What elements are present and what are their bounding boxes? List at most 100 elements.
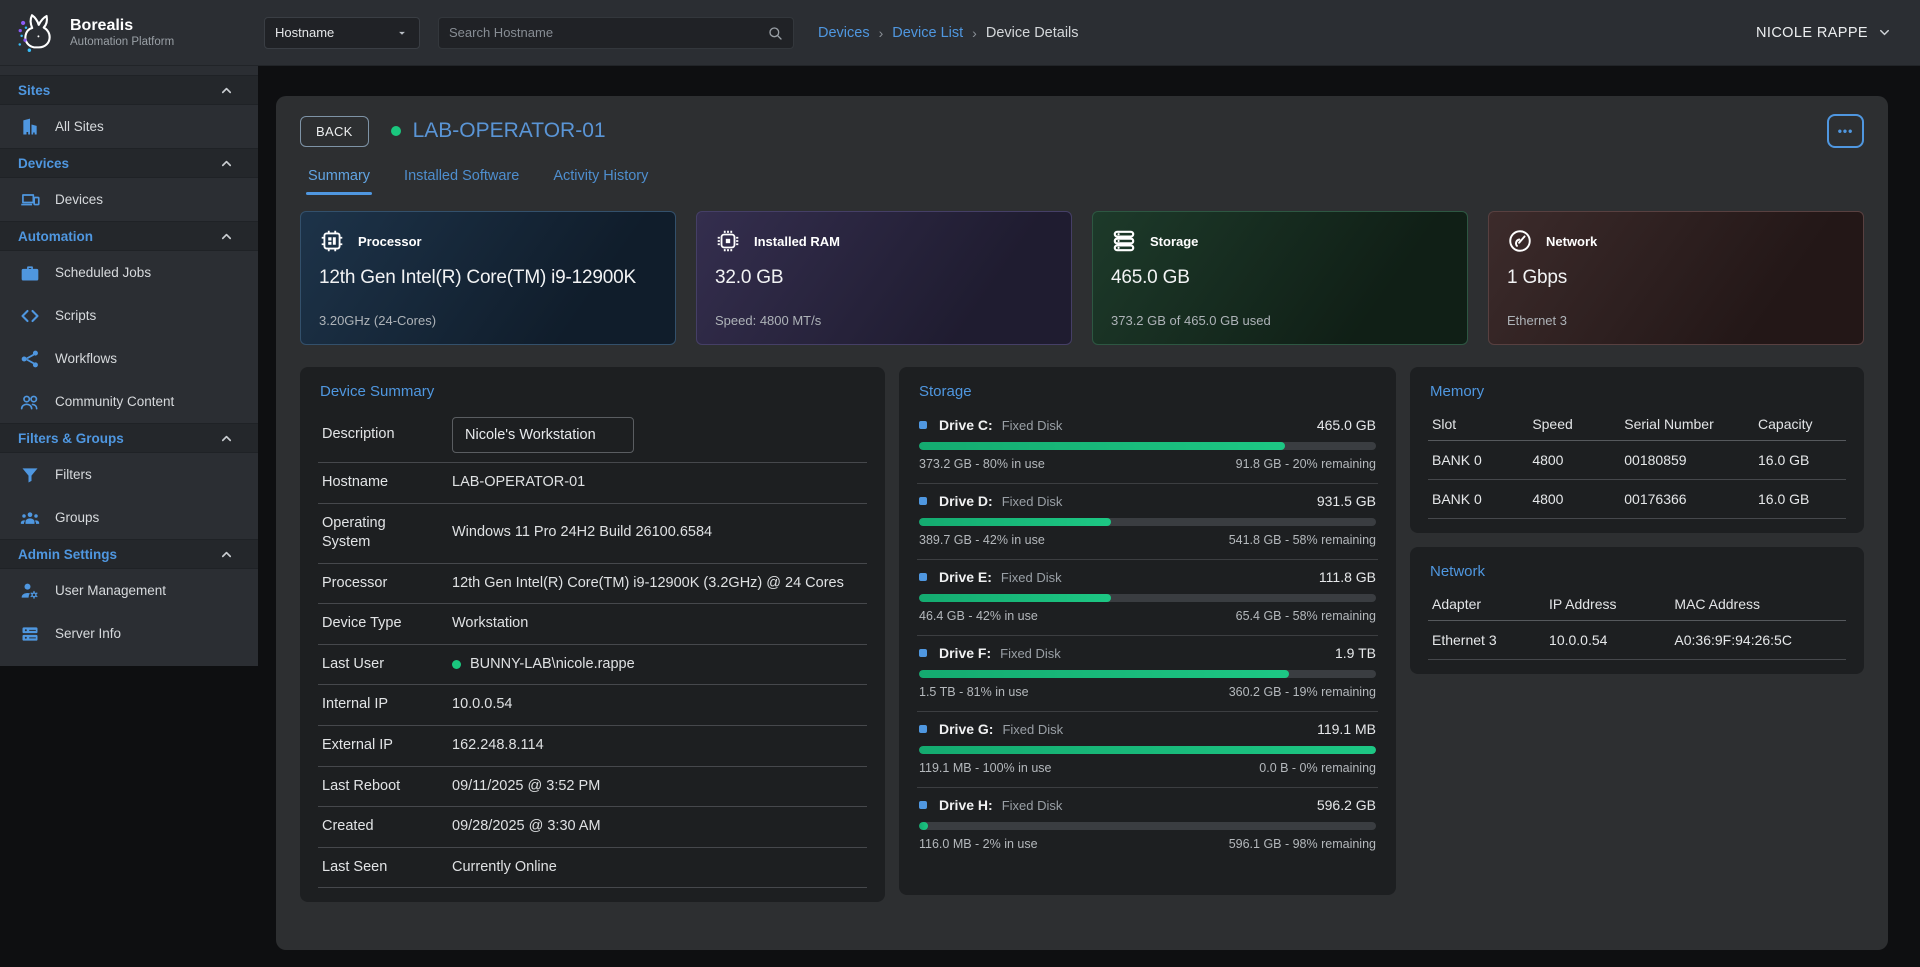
memory-header-speed: Speed <box>1528 408 1620 441</box>
sidebar-item-all-sites[interactable]: All Sites <box>0 105 258 148</box>
drive-usage-fill <box>919 442 1285 450</box>
tabs: Summary Installed Software Activity Histor… <box>300 164 1864 195</box>
drive-list: Drive C:Fixed Disk465.0 GB373.2 GB - 80%… <box>917 408 1378 863</box>
sidebar-item-community-content[interactable]: Community Content <box>0 380 258 423</box>
sidebar-item-filters[interactable]: Filters <box>0 453 258 496</box>
device-details-card: BACK LAB-OPERATOR-01 ••• Summary Installe… <box>276 96 1888 950</box>
drive-row-drive-h: Drive H:Fixed Disk596.2 GB116.0 MB - 2% … <box>917 788 1378 863</box>
summary-row-created: Created09/28/2025 @ 3:30 AM <box>318 807 867 848</box>
sidebar-item-scripts[interactable]: Scripts <box>0 294 258 337</box>
drive-size: 119.1 MB <box>1317 721 1376 737</box>
breadcrumb-separator: › <box>972 25 977 41</box>
tab-activity-history[interactable]: Activity History <box>551 164 650 195</box>
sidebar-item-label: Devices <box>55 192 103 207</box>
drive-usage-fill <box>919 746 1376 754</box>
gauge-icon <box>1507 228 1533 254</box>
brand[interactable]: Borealis Automation Platform <box>0 10 258 56</box>
summary-row-hostname: HostnameLAB-OPERATOR-01 <box>318 463 867 504</box>
drive-used-text: 46.4 GB - 42% in use <box>919 609 1038 623</box>
drive-remaining-text: 65.4 GB - 58% remaining <box>1236 609 1376 623</box>
sidebar-item-label: Groups <box>55 510 99 525</box>
ram-icon <box>715 228 741 254</box>
network-panel: Network AdapterIP AddressMAC AddressEthe… <box>1410 547 1864 674</box>
sidebar-section-sites[interactable]: Sites <box>0 75 258 105</box>
sidebar-nav: SitesAll SitesDevicesDevicesAutomationSc… <box>0 66 258 666</box>
drive-remaining-text: 91.8 GB - 20% remaining <box>1236 457 1376 471</box>
summary-table: Description HostnameLAB-OPERATOR-01Opera… <box>318 408 867 888</box>
more-actions-button[interactable]: ••• <box>1827 114 1864 148</box>
user-menu[interactable]: NICOLE RAPPE <box>1756 25 1892 41</box>
drive-usage-bar <box>919 594 1376 602</box>
memory-header-serial-number: Serial Number <box>1620 408 1754 441</box>
drive-type: Fixed Disk <box>1002 722 1063 737</box>
description-input[interactable] <box>452 417 634 453</box>
people-icon <box>20 392 40 412</box>
drive-used-text: 119.1 MB - 100% in use <box>919 761 1051 775</box>
drive-remaining-text: 541.8 GB - 58% remaining <box>1229 533 1376 547</box>
chevron-up-icon <box>219 156 234 171</box>
drive-remaining-text: 360.2 GB - 19% remaining <box>1229 685 1376 699</box>
chevron-up-icon <box>219 431 234 446</box>
breadcrumb-item-devices[interactable]: Devices <box>818 25 870 41</box>
sidebar-item-workflows[interactable]: Workflows <box>0 337 258 380</box>
chevron-up-icon <box>219 547 234 562</box>
drive-type: Fixed Disk <box>1000 646 1061 661</box>
app-name: Borealis <box>70 17 174 35</box>
drive-usage-fill <box>919 518 1111 526</box>
drive-usage-bar <box>919 822 1376 830</box>
sidebar-section-automation[interactable]: Automation <box>0 221 258 251</box>
drive-usage-fill <box>919 670 1289 678</box>
breadcrumb-item-device-list[interactable]: Device List <box>892 25 963 41</box>
sidebar-section-devices[interactable]: Devices <box>0 148 258 178</box>
search-input[interactable] <box>449 25 767 40</box>
device-name-title: LAB-OPERATOR-01 <box>413 119 606 143</box>
network-header-adapter: Adapter <box>1428 588 1545 621</box>
search-box[interactable] <box>438 17 794 49</box>
device-summary-title: Device Summary <box>320 383 867 400</box>
drive-row-drive-e: Drive E:Fixed Disk111.8 GB46.4 GB - 42% … <box>917 560 1378 636</box>
processor-stat-card: Processor 12th Gen Intel(R) Core(TM) i9-… <box>300 211 676 345</box>
storage-stat-card: Storage 465.0 GB 373.2 GB of 465.0 GB us… <box>1092 211 1468 345</box>
sidebar-item-user-management[interactable]: User Management <box>0 569 258 612</box>
drive-type: Fixed Disk <box>1002 418 1063 433</box>
filter-icon <box>20 465 40 485</box>
sidebar-item-label: Community Content <box>55 394 174 409</box>
back-button[interactable]: BACK <box>300 116 369 147</box>
hostname-filter-dropdown[interactable]: Hostname <box>264 17 420 49</box>
device-online-dot <box>391 126 401 136</box>
tab-summary[interactable]: Summary <box>306 164 372 195</box>
sidebar-section-label: Admin Settings <box>18 547 117 562</box>
drive-name: Drive H: <box>939 797 993 813</box>
network-title: Network <box>1430 563 1846 580</box>
server-stack-icon <box>1111 228 1137 254</box>
drive-size: 465.0 GB <box>1317 417 1376 433</box>
drive-size: 931.5 GB <box>1317 493 1376 509</box>
drive-type: Fixed Disk <box>1002 494 1063 509</box>
sidebar-item-groups[interactable]: Groups <box>0 496 258 539</box>
memory-header-slot: Slot <box>1428 408 1528 441</box>
sidebar-item-devices[interactable]: Devices <box>0 178 258 221</box>
device-header: BACK LAB-OPERATOR-01 ••• <box>300 114 1864 148</box>
sidebar-section-filters-groups[interactable]: Filters & Groups <box>0 423 258 453</box>
sidebar-item-label: Filters <box>55 467 92 482</box>
sidebar-item-server-info[interactable]: Server Info <box>0 612 258 655</box>
drive-usage-fill <box>919 822 928 830</box>
sidebar-item-label: User Management <box>55 583 166 598</box>
drive-remaining-text: 0.0 B - 0% remaining <box>1259 761 1376 775</box>
sidebar-section-admin-settings[interactable]: Admin Settings <box>0 539 258 569</box>
tab-installed-software[interactable]: Installed Software <box>402 164 521 195</box>
chevron-up-icon <box>219 83 234 98</box>
drive-used-text: 1.5 TB - 81% in use <box>919 685 1029 699</box>
hostname-filter-label: Hostname <box>275 25 334 40</box>
drive-name: Drive D: <box>939 493 993 509</box>
drive-bullet <box>919 649 927 657</box>
sidebar-section-label: Sites <box>18 83 50 98</box>
breadcrumb: Devices›Device List›Device Details <box>818 25 1079 41</box>
drive-row-drive-g: Drive G:Fixed Disk119.1 MB119.1 MB - 100… <box>917 712 1378 788</box>
server-icon <box>20 624 40 644</box>
drive-remaining-text: 596.1 GB - 98% remaining <box>1229 837 1376 851</box>
briefcase-icon <box>20 263 40 283</box>
sidebar-item-scheduled-jobs[interactable]: Scheduled Jobs <box>0 251 258 294</box>
drive-usage-fill <box>919 594 1111 602</box>
drive-size: 1.9 TB <box>1335 645 1376 661</box>
